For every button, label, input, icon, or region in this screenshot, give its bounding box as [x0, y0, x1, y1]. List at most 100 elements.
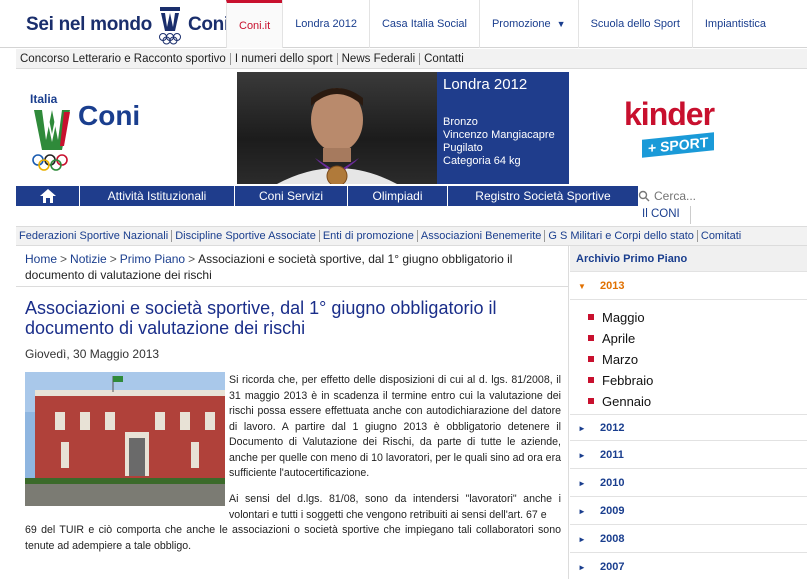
- caret-right-icon: ►: [578, 563, 586, 572]
- article-content: Home > Notizie > Primo Piano > Associazioni e …: [16, 246, 569, 579]
- breadcrumb-separator: >: [109, 252, 117, 266]
- category-links: Federazioni Sportive Nazionali Disciplin…: [16, 226, 807, 246]
- nav-coni-servizi[interactable]: Coni Servizi: [235, 186, 348, 206]
- coni-shield-icon: [32, 110, 70, 171]
- londra-medal-panel[interactable]: Londra 2012 Bronzo Vincenzo Mangiacapre …: [437, 72, 569, 184]
- search-input[interactable]: [654, 189, 804, 203]
- article-paragraph-2-start: Ai sensi del d.lgs. 81/08, sono da inten…: [229, 493, 561, 521]
- breadcrumb: Home > Notizie > Primo Piano > Associazioni e …: [25, 251, 555, 283]
- cat-associazioni-benemerite[interactable]: Associazioni Benemerite: [418, 230, 546, 242]
- month-label: Aprile: [602, 330, 636, 346]
- topnav-impiantistica[interactable]: Impiantistica: [691, 0, 778, 48]
- archive-sidebar: Archivio Primo Piano ▼ 2013 Maggio April…: [570, 246, 807, 579]
- cat-federazioni[interactable]: Federazioni Sportive Nazionali: [16, 230, 173, 242]
- article-paragraph-1: Si ricorda che, per effetto delle dispos…: [229, 374, 561, 479]
- year-label: 2010: [600, 477, 625, 489]
- breadcrumb-separator: >: [188, 252, 196, 266]
- archive-year-2009[interactable]: ► 2009: [570, 498, 807, 525]
- coni-logo[interactable]: Italia Coni: [28, 92, 158, 172]
- cat-comitati[interactable]: Comitati: [698, 230, 744, 242]
- archive-month-gennaio[interactable]: Gennaio: [588, 391, 651, 411]
- topnav-coni-it[interactable]: Coni.it: [226, 0, 283, 48]
- month-label: Febbraio: [602, 372, 654, 388]
- archive-year-2011[interactable]: ► 2011: [570, 442, 807, 469]
- caret-right-icon: ►: [578, 507, 586, 516]
- link-numeri-sport[interactable]: I numeri dello sport: [231, 52, 338, 65]
- caret-down-icon: ▼: [578, 282, 586, 291]
- bullet-icon: [588, 335, 594, 341]
- year-label: 2013: [600, 280, 625, 292]
- breadcrumb-home[interactable]: Home: [25, 252, 57, 266]
- divider: [16, 286, 569, 287]
- link-news-federali[interactable]: News Federali: [338, 52, 421, 65]
- archive-year-2007[interactable]: ► 2007: [570, 554, 807, 579]
- coni-emblem-icon: [156, 5, 184, 45]
- top-bar: Sei nel mondo Coni Coni.it Londra 2012 C…: [0, 0, 807, 48]
- main-navigation: Attività Istituzionali Coni Servizi Olim…: [16, 186, 638, 206]
- topnav-scuola-dello-sport[interactable]: Scuola dello Sport: [577, 0, 692, 48]
- nav-registro-societa[interactable]: Registro Società Sportive: [448, 186, 638, 206]
- cat-enti-promozione[interactable]: Enti di promozione: [320, 230, 418, 242]
- header-banner: Italia Coni Londra 2012 Bronzo Vincenzo …: [16, 70, 807, 186]
- medal-type: Bronzo: [443, 116, 478, 128]
- month-label: Maggio: [602, 309, 645, 325]
- archive-year-2013[interactable]: ▼ 2013: [570, 273, 807, 300]
- brand-logo-link[interactable]: Sei nel mondo Coni: [26, 5, 229, 45]
- year-label: 2007: [600, 561, 625, 573]
- caret-right-icon: ►: [578, 479, 586, 488]
- search-icon: [638, 190, 650, 202]
- nav-attivita-istituzionali[interactable]: Attività Istituzionali: [80, 186, 235, 206]
- link-contatti[interactable]: Contatti: [420, 53, 468, 65]
- topnav-promozione[interactable]: Promozione ▼: [478, 0, 578, 48]
- kinder-sport-logo[interactable]: kinder + SPORT: [624, 96, 754, 166]
- archive-month-febbraio[interactable]: Febbraio: [588, 370, 653, 390]
- search-box: [638, 186, 807, 206]
- weight-category: Categoria 64 kg: [443, 155, 521, 167]
- archive-header: Archivio Primo Piano: [570, 246, 807, 272]
- archive-year-2012[interactable]: ► 2012: [570, 414, 807, 441]
- home-button[interactable]: [16, 186, 80, 206]
- breadcrumb-notizie[interactable]: Notizie: [70, 252, 107, 266]
- caret-right-icon: ►: [578, 451, 586, 460]
- top-navigation: Coni.it Londra 2012 Casa Italia Social P…: [226, 0, 778, 48]
- cat-discipline[interactable]: Discipline Sportive Associate: [172, 230, 320, 242]
- year-label: 2008: [600, 533, 625, 545]
- brand-text-left: Sei nel mondo: [26, 14, 152, 35]
- breadcrumb-primo-piano[interactable]: Primo Piano: [120, 252, 185, 266]
- archive-year-2010[interactable]: ► 2010: [570, 470, 807, 497]
- kinder-wordmark: kinder: [624, 96, 715, 132]
- londra-details: Bronzo Vincenzo Mangiacapre Pugilato Cat…: [443, 116, 555, 168]
- bullet-icon: [588, 377, 594, 383]
- bullet-icon: [588, 398, 594, 404]
- archive-year-2008[interactable]: ► 2008: [570, 526, 807, 553]
- topnav-londra-2012[interactable]: Londra 2012: [282, 0, 369, 48]
- link-concorso-letterario[interactable]: Concorso Letterario e Racconto sportivo: [16, 52, 231, 65]
- archive-month-marzo[interactable]: Marzo: [588, 349, 638, 369]
- chevron-down-icon: ▼: [556, 19, 566, 29]
- article-paragraph-2-rest: 69 del TUIR e ciò comporta che anche le …: [25, 524, 561, 552]
- archive-month-maggio[interactable]: Maggio: [588, 307, 645, 327]
- home-icon: [39, 189, 56, 203]
- archive-month-aprile[interactable]: Aprile: [588, 328, 635, 348]
- athlete-name: Vincenzo Mangiacapre: [443, 129, 555, 141]
- breadcrumb-separator: >: [60, 252, 68, 266]
- cat-gs-militari[interactable]: G S Militari e Corpi dello stato: [545, 230, 698, 242]
- logo-italia-text: Italia: [30, 92, 58, 106]
- link-il-coni[interactable]: Il CONI: [642, 208, 680, 220]
- sport-name: Pugilato: [443, 142, 483, 154]
- article-title: Associazioni e società sportive, dal 1° …: [25, 298, 497, 338]
- article-date: Giovedì, 30 Maggio 2013: [25, 347, 160, 361]
- athlete-photo[interactable]: [237, 72, 437, 184]
- topnav-casa-italia-social[interactable]: Casa Italia Social: [368, 0, 479, 48]
- brand-text-right: Coni: [187, 14, 229, 35]
- secondary-links: Concorso Letterario e Racconto sportivo …: [16, 49, 807, 69]
- month-label: Marzo: [602, 351, 639, 367]
- kinder-sport-tag: + SPORT: [642, 132, 715, 158]
- londra-title: Londra 2012: [443, 76, 528, 93]
- archive-title: Archivio Primo Piano: [576, 253, 688, 265]
- building-photo: [25, 372, 225, 506]
- bullet-icon: [588, 356, 594, 362]
- topnav-promozione-label: Promozione: [491, 18, 551, 30]
- month-label: Gennaio: [602, 393, 652, 409]
- nav-olimpiadi[interactable]: Olimpiadi: [348, 186, 448, 206]
